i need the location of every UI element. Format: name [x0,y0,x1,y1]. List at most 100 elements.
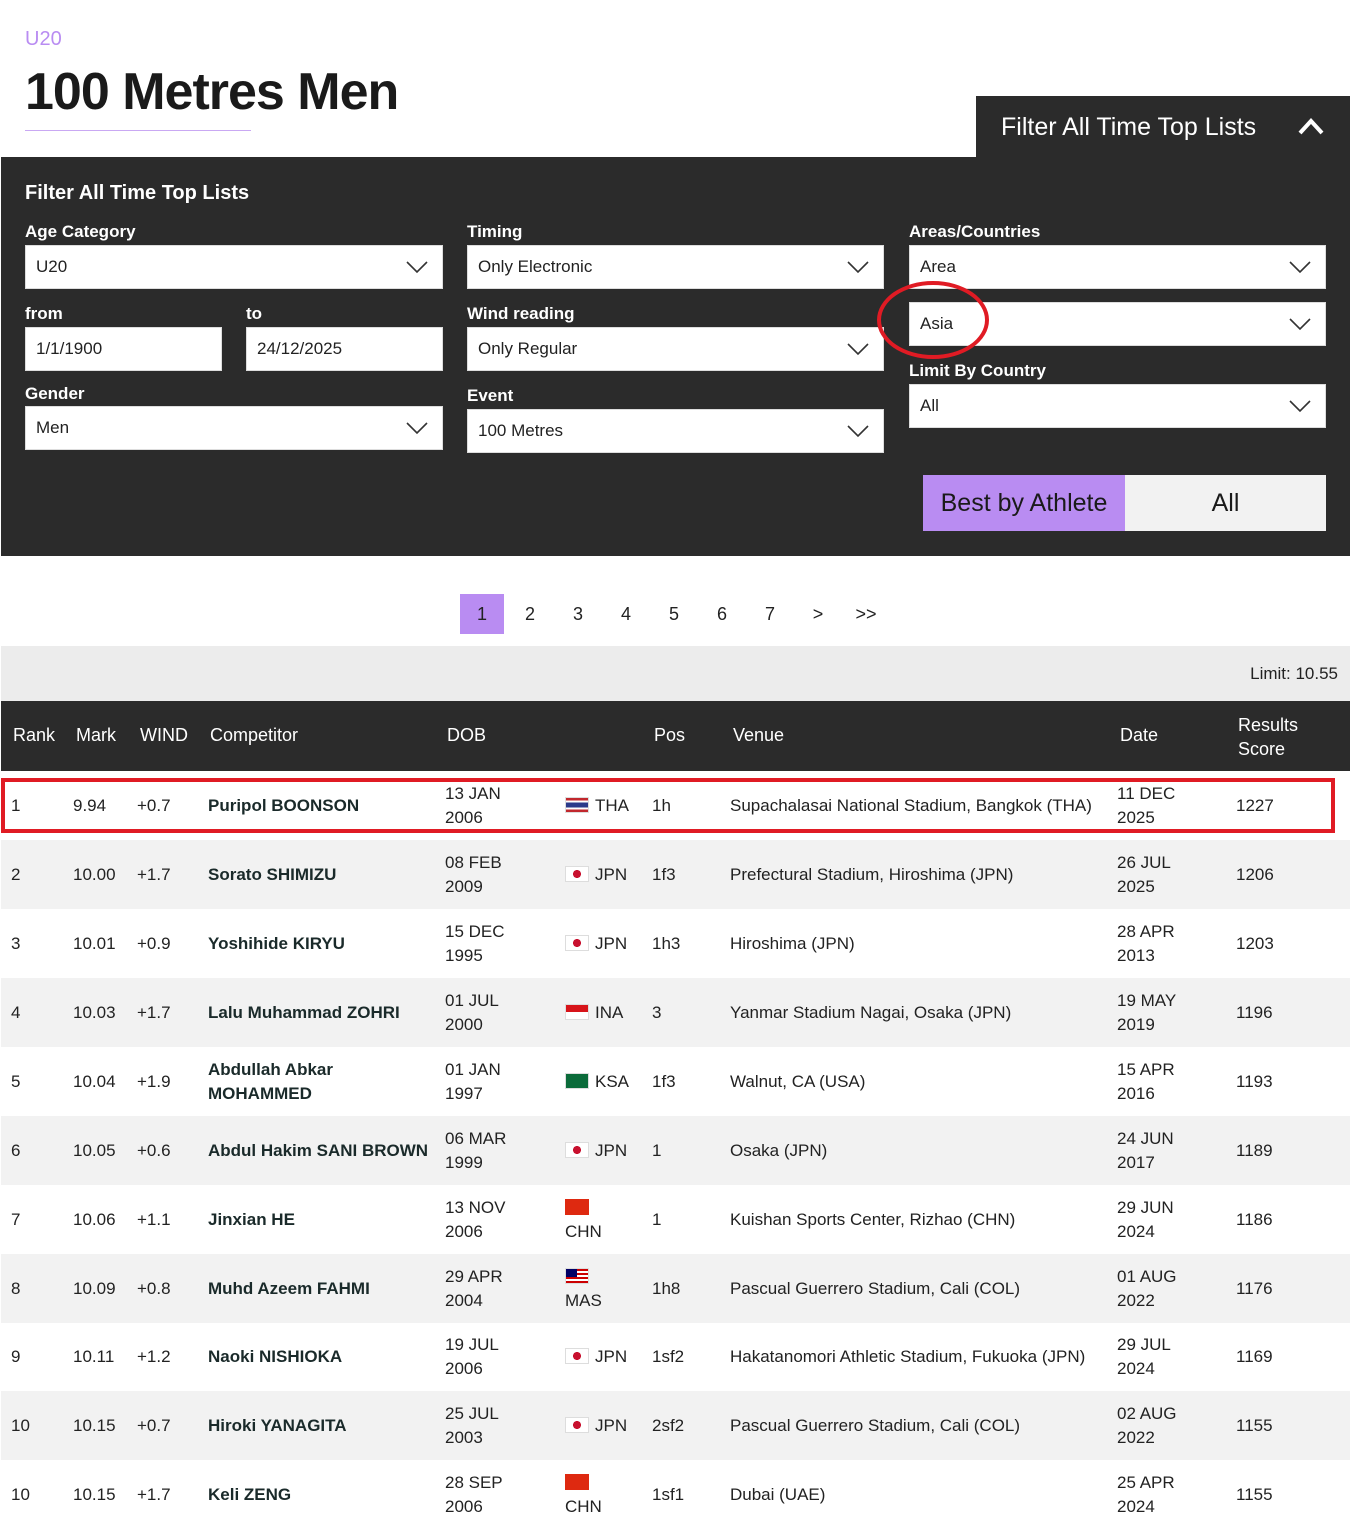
competitor-name[interactable]: Muhd Azeem FAHMI [208,1277,370,1301]
timing-value: Only Electronic [478,257,593,276]
wind-value: Only Regular [478,339,578,358]
nationality: CHN [565,1196,602,1244]
competitor-name[interactable]: Jinxian HE [208,1208,295,1232]
date-line2: 2013 [1117,946,1155,965]
competitor-name[interactable]: Naoki NISHIOKA [208,1345,342,1369]
flag-icon [565,1142,589,1158]
dob-line1: 13 NOV [445,1198,506,1217]
dob-cell: 25 JUL 2003 [445,1402,499,1450]
nationality-code: JPN [595,1141,628,1160]
limit-bar: Limit: 10.55 [1,646,1350,701]
wind-cell: +0.7 [137,1416,171,1435]
mark-cell: 10.06 [73,1210,116,1229]
wind-label: Wind reading [467,304,575,323]
filter-toggle-tab[interactable]: Filter All Time Top Lists [976,96,1350,158]
nationality: INA [565,1001,623,1025]
competitor-name[interactable]: Yoshihide KIRYU [208,932,345,956]
page-link[interactable]: 2 [508,594,552,634]
limit-text: Limit: 10.55 [1250,664,1338,683]
date-cell: 01 AUG 2022 [1117,1265,1177,1313]
page-link[interactable]: >> [844,594,888,634]
competitor-name[interactable]: Abdullah Abkar MOHAMMED [208,1058,333,1106]
to-date-input[interactable]: 24/12/2025 [246,327,443,371]
date-line2: 2024 [1117,1497,1155,1516]
nationality: JPN [565,1345,627,1369]
table-row: 2 10.00 +1.7 Sorato SHIMIZU 08 FEB 2009 J… [1,840,1350,909]
nationality-code: JPN [595,1347,628,1366]
flag-icon [565,935,589,951]
page-link[interactable]: > [796,594,840,634]
competitor-name[interactable]: Lalu Muhammad ZOHRI [208,1001,400,1025]
competitor-name[interactable]: Abdul Hakim SANI BROWN [208,1139,428,1163]
date-line1: 19 MAY [1117,991,1177,1010]
header-date[interactable]: Date [1120,725,1158,746]
header-venue[interactable]: Venue [733,725,784,746]
date-line2: 2022 [1117,1428,1155,1447]
date-line2: 2024 [1117,1359,1155,1378]
event-select[interactable]: 100 Metres [467,409,884,453]
flag-icon [565,1073,589,1089]
page-link[interactable]: 4 [604,594,648,634]
nationality: JPN [565,863,627,887]
header-rank[interactable]: Rank [13,725,55,746]
page-link[interactable]: 6 [700,594,744,634]
areas-label: Areas/Countries [909,222,1041,241]
pos-cell: 1f3 [652,865,676,884]
timing-select[interactable]: Only Electronic [467,245,884,289]
best-by-athlete-button[interactable]: Best by Athlete [923,475,1125,531]
from-date-input[interactable]: 1/1/1900 [25,327,222,371]
date-cell: 24 JUN 2017 [1117,1127,1174,1175]
dob-line2: 2009 [445,877,483,896]
rank-cell: 10 [11,1485,30,1504]
chevron-down-icon [406,420,428,440]
dob-cell: 19 JUL 2006 [445,1333,499,1381]
from-label: from [25,304,63,323]
header-mark[interactable]: Mark [76,725,116,746]
all-results-button[interactable]: All [1125,475,1326,531]
header-wind[interactable]: WIND [140,725,188,746]
rank-cell: 2 [11,865,21,884]
venue-cell: Hakatanomori Athletic Stadium, Fukuoka (… [730,1347,1086,1366]
dob-cell: 01 JUL 2000 [445,989,499,1037]
dob-line1: 08 FEB [445,853,502,872]
dob-line2: 2000 [445,1015,483,1034]
mark-cell: 10.03 [73,1003,116,1022]
wind-select[interactable]: Only Regular [467,327,884,371]
date-line1: 29 JUL [1117,1335,1171,1354]
wind-cell: +0.8 [137,1279,171,1298]
header-dob[interactable]: DOB [447,725,486,746]
nationality: JPN [565,1414,627,1438]
table-row: 8 10.09 +0.8 Muhd Azeem FAHMI 29 APR 2004… [1,1254,1350,1323]
areas-select[interactable]: Area [909,245,1326,289]
rank-cell: 3 [11,934,21,953]
dob-cell: 29 APR 2004 [445,1265,503,1313]
page-link[interactable]: 5 [652,594,696,634]
gender-select[interactable]: Men [25,406,443,450]
competitor-name[interactable]: Keli ZENG [208,1483,291,1507]
date-line1: 28 APR [1117,922,1175,941]
dob-cell: 08 FEB 2009 [445,851,502,899]
nationality-code: CHN [565,1222,602,1241]
header-pos[interactable]: Pos [654,725,685,746]
mark-cell: 10.15 [73,1416,116,1435]
dob-line1: 15 DEC [445,922,505,941]
age-category-select[interactable]: U20 [25,245,443,289]
header-competitor[interactable]: Competitor [210,725,298,746]
score-cell: 1189 [1236,1141,1273,1160]
flag-icon [565,1417,589,1433]
header-score[interactable]: Results Score [1238,713,1298,761]
score-cell: 1155 [1236,1485,1273,1504]
competitor-name[interactable]: Hiroki YANAGITA [208,1414,347,1438]
competitor-name[interactable]: Sorato SHIMIZU [208,863,336,887]
page-link[interactable]: 3 [556,594,600,634]
wind-cell: +1.7 [137,1003,171,1022]
nationality: JPN [565,1139,627,1163]
pos-cell: 1sf2 [652,1347,685,1366]
pagination: 1 2 3 4 5 6 7 > >> [460,594,892,634]
page-link[interactable]: 7 [748,594,792,634]
dob-line1: 01 JAN [445,1060,501,1079]
limit-country-select[interactable]: All [909,384,1326,428]
dob-line1: 19 JUL [445,1335,499,1354]
chevron-down-icon [406,259,428,279]
page-link[interactable]: 1 [460,594,504,634]
